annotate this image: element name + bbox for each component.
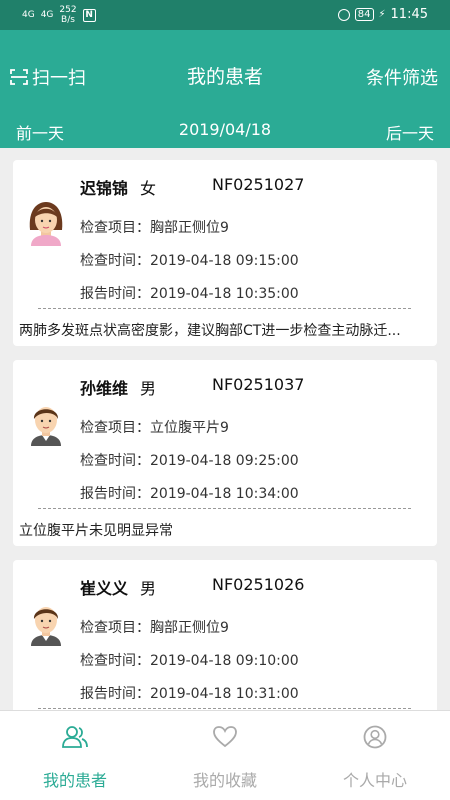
filter-button[interactable]: 条件筛选 [366, 64, 438, 90]
tab-label: 个人中心 [342, 771, 407, 790]
exam-time-row: 检查时间：2019-04-18 09:25:00 [80, 450, 299, 470]
heart-icon [213, 726, 237, 748]
male-avatar-icon [31, 407, 61, 446]
report-time-label: 报告时间： [80, 686, 150, 702]
male-avatar-icon [31, 607, 61, 646]
exam-item-row: 检查项目：立位腹平片9 [80, 417, 229, 437]
patient-gender: 男 [140, 379, 157, 398]
exam-item-label: 检查项目： [80, 220, 150, 236]
charging-icon: ⚡ [378, 9, 386, 20]
status-left: 4G 4G 252 B/s N [22, 5, 96, 25]
patient-list[interactable]: 迟锦锦 女 NF0251027 检查项目：胸部正侧位9 检查时间：2019-04… [0, 148, 450, 710]
status-bar: 4G 4G 252 B/s N 84 ⚡ 11:45 [0, 0, 450, 30]
report-time-label: 报告时间： [80, 286, 150, 302]
patient-id: NF0251027 [212, 175, 305, 194]
app-header: 扫一扫 我的患者 条件筛选 前一天 2019/04/18 后一天 [0, 30, 450, 148]
current-date[interactable]: 2019/04/18 [0, 120, 450, 139]
exam-item-value: 立位腹平片9 [150, 420, 229, 436]
report-time-row: 报告时间：2019-04-18 10:34:00 [80, 483, 299, 503]
tab-label: 我的收藏 [192, 771, 257, 790]
network-speed: 252 B/s [59, 5, 76, 25]
exam-item-label: 检查项目： [80, 420, 150, 436]
patient-gender: 女 [140, 179, 157, 198]
exam-time-value: 2019-04-18 09:15:00 [150, 253, 299, 269]
exam-time-row: 检查时间：2019-04-18 09:15:00 [80, 250, 299, 270]
tab-my-patients[interactable]: 我的患者 [0, 711, 150, 800]
speed-unit: B/s [61, 15, 75, 25]
exam-time-value: 2019-04-18 09:10:00 [150, 653, 299, 669]
patient-gender: 男 [140, 579, 157, 598]
report-summary: 立位腹平片未见明显异常 [19, 523, 173, 539]
divider [38, 508, 411, 509]
next-day-button[interactable]: 后一天 [386, 120, 434, 144]
exam-item-value: 胸部正侧位9 [150, 220, 229, 236]
battery-icon: 84 [354, 8, 374, 21]
divider [38, 308, 411, 309]
exam-time-label: 检查时间： [80, 653, 150, 669]
tab-my-favorites[interactable]: 我的收藏 [150, 711, 300, 800]
user-icon [363, 725, 387, 749]
report-summary: 两肺多发斑点状高密度影，建议胸部CT进一步检查主动脉迁... [19, 323, 401, 339]
report-time-row: 报告时间：2019-04-18 10:31:00 [80, 683, 299, 703]
report-time-row: 报告时间：2019-04-18 10:35:00 [80, 283, 299, 303]
patient-card[interactable]: 迟锦锦 女 NF0251027 检查项目：胸部正侧位9 检查时间：2019-04… [13, 160, 437, 346]
exam-time-value: 2019-04-18 09:25:00 [150, 453, 299, 469]
patient-name: 崔义义 [80, 579, 129, 598]
bottom-tab-bar: 我的患者 我的收藏 个人中心 [0, 710, 450, 800]
patient-name: 孙维维 [80, 379, 129, 398]
alarm-icon [337, 8, 350, 21]
exam-time-label: 检查时间： [80, 453, 150, 469]
report-time-value: 2019-04-18 10:31:00 [150, 686, 299, 702]
signal-icon-2: 4G [40, 10, 54, 20]
exam-item-row: 检查项目：胸部正侧位9 [80, 617, 229, 637]
report-time-label: 报告时间： [80, 486, 150, 502]
tab-label: 我的患者 [42, 771, 107, 790]
patient-card[interactable]: 孙维维 男 NF0251037 检查项目：立位腹平片9 检查时间：2019-04… [13, 360, 437, 546]
exam-time-row: 检查时间：2019-04-18 09:10:00 [80, 650, 299, 670]
exam-time-label: 检查时间： [80, 253, 150, 269]
speed-value: 252 [59, 5, 77, 15]
patients-icon [62, 726, 88, 748]
tab-personal-center[interactable]: 个人中心 [300, 711, 450, 800]
report-time-value: 2019-04-18 10:35:00 [150, 286, 299, 302]
exam-item-value: 胸部正侧位9 [150, 620, 229, 636]
patient-card[interactable]: 崔义义 男 NF0251026 检查项目：胸部正侧位9 检查时间：2019-04… [13, 560, 437, 710]
clock: 11:45 [390, 7, 428, 22]
nfc-icon: N [82, 8, 96, 22]
patient-name: 迟锦锦 [80, 179, 129, 198]
patient-id: NF0251026 [212, 575, 305, 594]
patient-id: NF0251037 [212, 375, 305, 394]
signal-icon: 4G [22, 10, 35, 20]
female-avatar-icon [29, 202, 63, 246]
exam-item-label: 检查项目： [80, 620, 150, 636]
status-right: 84 ⚡ 11:45 [337, 7, 428, 22]
exam-item-row: 检查项目：胸部正侧位9 [80, 217, 229, 237]
divider [38, 708, 411, 709]
report-time-value: 2019-04-18 10:34:00 [150, 486, 299, 502]
